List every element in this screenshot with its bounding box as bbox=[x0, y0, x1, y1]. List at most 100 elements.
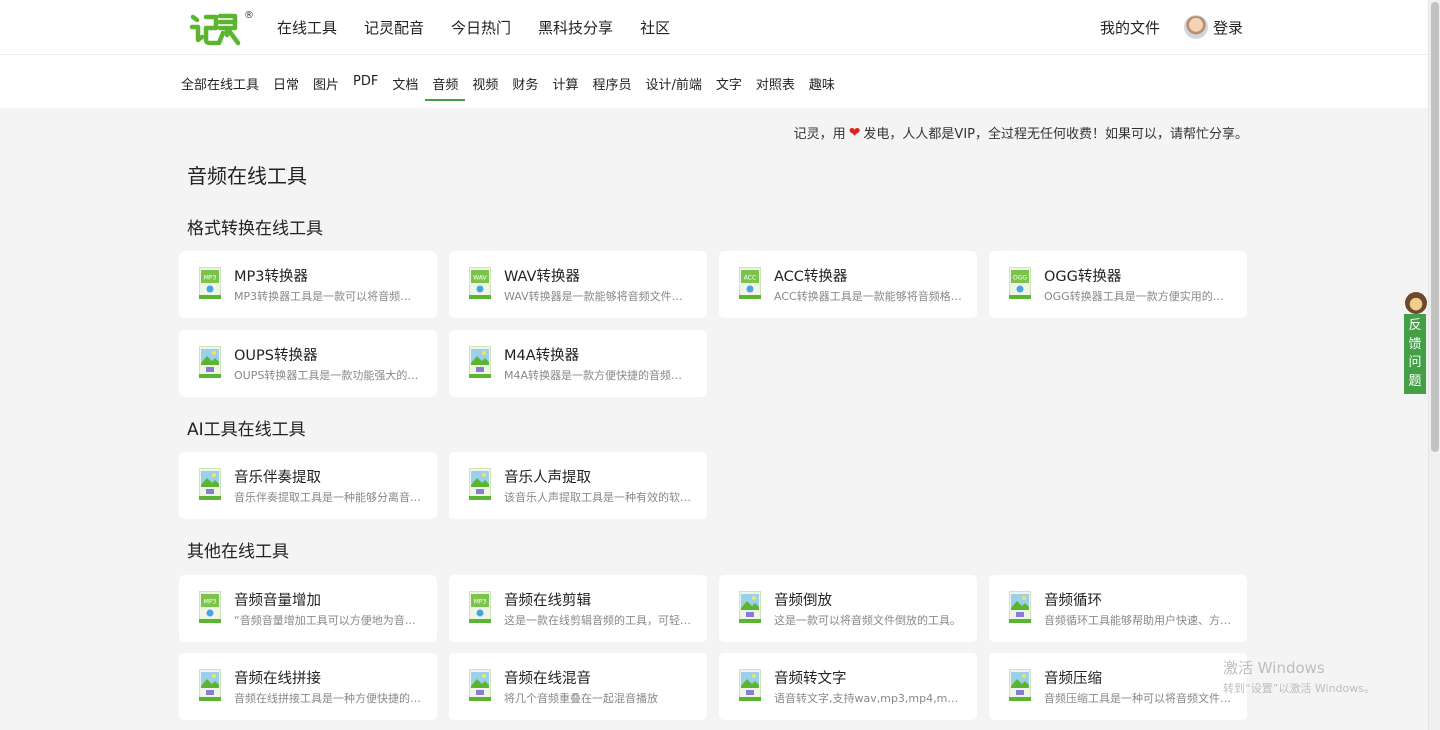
tool-card-title: 音乐人声提取 bbox=[504, 470, 591, 486]
image-file-icon bbox=[469, 468, 491, 500]
login-button[interactable]: 登录 bbox=[1184, 15, 1243, 39]
tab-calculate[interactable]: 计算 bbox=[552, 74, 578, 101]
tool-card-title: 音频压缩 bbox=[1044, 671, 1102, 687]
tool-card-description: 音乐伴奏提取工具是一种能够分离音乐中人声与伴奏的工具 bbox=[234, 491, 422, 504]
tool-card[interactable]: 音频转文字语音转文字,支持wav,mp3,mp4,mov等格式 bbox=[719, 653, 977, 720]
top-header: ® 在线工具 记灵配音 今日热门 黑科技分享 社区 我的文件 登录 bbox=[0, 0, 1428, 55]
tool-card-title: ACC转换器 bbox=[774, 269, 848, 285]
tool-card-title: 音频在线剪辑 bbox=[504, 593, 591, 609]
tool-card[interactable]: MP3 音频音量增加 “音频音量增加工具可以方便地为音频增加音量 bbox=[179, 575, 437, 642]
svg-text:WAV: WAV bbox=[473, 275, 487, 282]
tab-text[interactable]: 文字 bbox=[716, 74, 742, 101]
logo-mark bbox=[189, 13, 241, 46]
ogg-file-icon: OGG bbox=[1009, 267, 1031, 299]
tab-all-tools[interactable]: 全部在线工具 bbox=[181, 74, 259, 101]
tab-fun[interactable]: 趣味 bbox=[809, 74, 835, 101]
windows-activation-watermark: 激活 Windows 转到“设置”以激活 Windows。 bbox=[1223, 657, 1375, 696]
nav-today-hot[interactable]: 今日热门 bbox=[451, 17, 511, 38]
tool-card[interactable]: OGG OGG转换器 OGG转换器工具是一款方便实用的软件工具 bbox=[989, 251, 1247, 318]
feedback-button[interactable]: 反 馈 问 题 bbox=[1404, 314, 1426, 394]
tool-card-title: 音频在线混音 bbox=[504, 671, 591, 687]
tool-card-description: 音频循环工具能够帮助用户快速、方便地循环音频 bbox=[1044, 614, 1232, 627]
tool-card-title: M4A转换器 bbox=[504, 348, 580, 364]
tool-card-description: OGG转换器工具是一款方便实用的软件工具 bbox=[1044, 290, 1232, 303]
notice-text-after: 发电，人人都是VIP，全过程无任何收费！如果可以，请帮忙分享。 bbox=[863, 127, 1248, 142]
tool-card[interactable]: ACC ACC转换器 ACC转换器工具是一款能够将音频格式转换为ACC的工具 bbox=[719, 251, 977, 318]
tool-card-description: 音频压缩工具是一种可以将音频文件压缩的工具 bbox=[1044, 692, 1232, 705]
feedback-char: 反 bbox=[1408, 318, 1422, 333]
svg-text:MP3: MP3 bbox=[204, 275, 217, 282]
nav-community[interactable]: 社区 bbox=[640, 17, 670, 38]
tool-card-title: 音乐伴奏提取 bbox=[234, 470, 321, 486]
category-bar: 全部在线工具 日常 图片 PDF 文档 音频 视频 财务 计算 程序员 设计/前… bbox=[0, 55, 1428, 108]
image-file-icon bbox=[469, 669, 491, 701]
tool-card[interactable]: 音频在线拼接音频在线拼接工具是一种方便快捷的音频拼接工具 bbox=[179, 653, 437, 720]
tab-image[interactable]: 图片 bbox=[313, 74, 339, 101]
feedback-widget[interactable]: 反 馈 问 题 bbox=[1404, 292, 1428, 394]
my-files-link[interactable]: 我的文件 bbox=[1100, 17, 1160, 38]
tool-card[interactable]: OUPS转换器 OUPS转换器工具是一款功能强大的音频转换工具 bbox=[179, 330, 437, 397]
tool-card[interactable]: 音乐伴奏提取音乐伴奏提取工具是一种能够分离音乐中人声与伴奏的工具 bbox=[179, 452, 437, 519]
image-file-icon bbox=[199, 468, 221, 500]
tool-card[interactable]: 音频倒放 这是一款可以将音频文件倒放的工具。 bbox=[719, 575, 977, 642]
heart-icon: ❤ bbox=[848, 124, 861, 141]
tab-daily[interactable]: 日常 bbox=[273, 74, 299, 101]
tool-card[interactable]: 音频压缩音频压缩工具是一种可以将音频文件压缩的工具 bbox=[989, 653, 1247, 720]
tool-card-description: 音频在线拼接工具是一种方便快捷的音频拼接工具 bbox=[234, 692, 422, 705]
tab-reference-table[interactable]: 对照表 bbox=[756, 74, 795, 101]
image-file-icon bbox=[199, 669, 221, 701]
feedback-char: 题 bbox=[1408, 373, 1422, 389]
tool-card-title: MP3转换器 bbox=[234, 269, 308, 285]
page-scrollbar[interactable] bbox=[1428, 0, 1440, 730]
tool-card[interactable]: 音频循环音频循环工具能够帮助用户快速、方便地循环音频 bbox=[989, 575, 1247, 642]
scrollbar-thumb[interactable] bbox=[1431, 2, 1439, 452]
acc-file-icon: ACC bbox=[739, 267, 761, 299]
tool-card[interactable]: 音乐人声提取该音乐人声提取工具是一种有效的软件工具 bbox=[449, 452, 707, 519]
tool-card[interactable]: M4A转换器 M4A转换器是一款方便快捷的音频格式转换工具 bbox=[449, 330, 707, 397]
nav-online-tools[interactable]: 在线工具 bbox=[277, 17, 337, 38]
tab-video[interactable]: 视频 bbox=[472, 74, 498, 101]
feedback-char: 问 bbox=[1408, 355, 1422, 370]
image-file-icon bbox=[199, 346, 221, 378]
tool-card-description: 语音转文字,支持wav,mp3,mp4,mov等格式 bbox=[774, 692, 962, 705]
mp3-file-icon: MP3 bbox=[199, 267, 221, 299]
site-logo[interactable]: ® bbox=[189, 9, 254, 47]
section-title-other: 其他在线工具 bbox=[187, 542, 289, 562]
tab-document[interactable]: 文档 bbox=[392, 74, 418, 101]
mp3-file-icon: MP3 bbox=[199, 591, 221, 623]
nav-voice-dubbing[interactable]: 记灵配音 bbox=[364, 17, 424, 38]
section-title-ai: AI工具在线工具 bbox=[187, 420, 306, 440]
login-label: 登录 bbox=[1213, 18, 1244, 37]
tool-card-description: OUPS转换器工具是一款功能强大的音频转换工具 bbox=[234, 369, 422, 382]
tool-card-description: 该音乐人声提取工具是一种有效的软件工具 bbox=[504, 491, 692, 504]
tool-card-title: OGG转换器 bbox=[1044, 269, 1122, 285]
category-tabs: 全部在线工具 日常 图片 PDF 文档 音频 视频 财务 计算 程序员 设计/前… bbox=[181, 74, 849, 101]
tab-audio[interactable]: 音频 bbox=[425, 74, 466, 101]
svg-text:MP3: MP3 bbox=[204, 599, 217, 606]
tool-card[interactable]: MP3 MP3转换器 MP3转换器工具是一款可以将音频文件转换为MP3格式的工具 bbox=[179, 251, 437, 318]
svg-text:ACC: ACC bbox=[744, 275, 756, 282]
mp3-file-icon: MP3 bbox=[469, 591, 491, 623]
tab-finance[interactable]: 财务 bbox=[512, 74, 538, 101]
page-title: 音频在线工具 bbox=[187, 164, 307, 188]
watermark-line1: 激活 Windows bbox=[1223, 659, 1325, 677]
avatar bbox=[1184, 15, 1208, 39]
tool-card-title: WAV转换器 bbox=[504, 269, 580, 285]
tab-design-frontend[interactable]: 设计/前端 bbox=[645, 74, 701, 101]
tool-card[interactable]: 音频在线混音将几个音频重叠在一起混音播放 bbox=[449, 653, 707, 720]
nav-tech-share[interactable]: 黑科技分享 bbox=[538, 17, 613, 38]
tool-card-description: MP3转换器工具是一款可以将音频文件转换为MP3格式的工具 bbox=[234, 290, 422, 303]
tab-pdf[interactable]: PDF bbox=[353, 74, 378, 101]
feedback-char: 馈 bbox=[1408, 336, 1422, 352]
tab-programmer[interactable]: 程序员 bbox=[592, 74, 631, 101]
image-file-icon bbox=[1009, 669, 1031, 701]
tool-card-description: “音频音量增加工具可以方便地为音频增加音量 bbox=[234, 614, 422, 627]
image-file-icon bbox=[739, 591, 761, 623]
tool-card-description: 将几个音频重叠在一起混音播放 bbox=[504, 692, 658, 705]
tool-card-description: M4A转换器是一款方便快捷的音频格式转换工具 bbox=[504, 369, 692, 382]
tool-card[interactable]: MP3 音频在线剪辑这是一款在线剪辑音频的工具，可轻松剪辑音频 bbox=[449, 575, 707, 642]
tool-card[interactable]: WAV WAV转换器 WAV转换器是一款能够将音频文件格式转换为WAV的工具 bbox=[449, 251, 707, 318]
notice-banner: 记灵，用 ❤ 发电，人人都是VIP，全过程无任何收费！如果可以，请帮忙分享。 bbox=[794, 123, 1248, 143]
mascot-icon bbox=[1405, 292, 1427, 314]
tool-card-description: WAV转换器是一款能够将音频文件格式转换为WAV的工具 bbox=[504, 290, 692, 303]
